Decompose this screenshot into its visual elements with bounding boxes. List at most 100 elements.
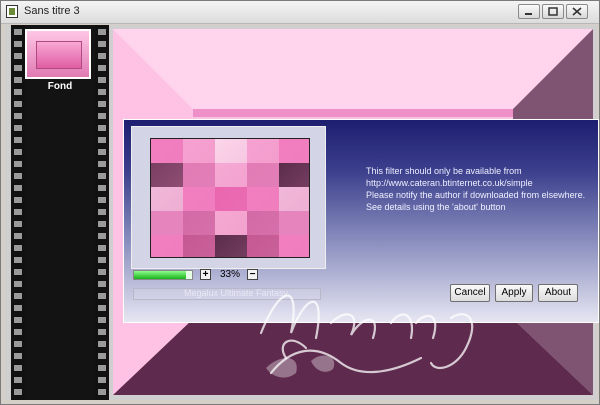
film-perforation — [98, 257, 106, 263]
film-perforation — [14, 161, 22, 167]
preview-tile — [183, 139, 215, 163]
preview-tile — [151, 163, 183, 187]
film-perforation — [98, 329, 106, 335]
preview-tile — [247, 187, 279, 211]
preview-tile — [151, 211, 183, 235]
film-perforation — [14, 221, 22, 227]
film-perforation — [98, 53, 106, 59]
film-perforation — [98, 197, 106, 203]
preview-tile — [279, 211, 309, 235]
preview-tile — [183, 235, 215, 257]
preview-tile — [279, 163, 309, 187]
about-button[interactable]: About — [538, 284, 578, 302]
maximize-button[interactable] — [542, 4, 564, 19]
info-line: http://www.cateran.btinternet.co.uk/simp… — [366, 178, 533, 188]
zoom-in-button[interactable]: + — [200, 269, 211, 280]
film-perforation — [98, 149, 106, 155]
film-perforation — [14, 269, 22, 275]
film-perforation — [14, 125, 22, 131]
thumbnail-preview-image — [36, 41, 82, 69]
layer-filmstrip: Fond — [11, 25, 109, 400]
film-perforation — [98, 125, 106, 131]
film-perforation — [14, 305, 22, 311]
close-icon — [572, 7, 582, 16]
film-perforation — [98, 245, 106, 251]
film-perforation — [14, 281, 22, 287]
progress-bar — [133, 270, 193, 280]
film-perforation — [14, 233, 22, 239]
film-perforation — [14, 377, 22, 383]
film-perforation — [98, 185, 106, 191]
film-perforation — [14, 173, 22, 179]
preview-tile — [247, 211, 279, 235]
preview-tile — [215, 235, 247, 257]
film-perforation — [98, 65, 106, 71]
film-perforation — [98, 365, 106, 371]
film-perforation — [98, 101, 106, 107]
film-perforation — [98, 233, 106, 239]
film-perforation — [98, 281, 106, 287]
film-perforation — [98, 41, 106, 47]
preview-image[interactable] — [150, 138, 310, 258]
preview-tile — [183, 163, 215, 187]
app-window: Sans titre 3 Fond + 33% − Megalux Ultima… — [0, 0, 600, 405]
film-perforation — [14, 113, 22, 119]
film-perforation — [14, 341, 22, 347]
film-perforation — [98, 161, 106, 167]
film-perforation — [98, 209, 106, 215]
film-perforation — [98, 221, 106, 227]
preview-tile — [247, 163, 279, 187]
preview-panel — [131, 126, 326, 269]
maximize-icon — [548, 7, 558, 16]
layer-label: Fond — [47, 81, 73, 92]
progress-fill — [134, 271, 187, 279]
layer-thumbnail-fond[interactable] — [25, 29, 91, 79]
film-perforation — [14, 53, 22, 59]
film-perforation — [14, 353, 22, 359]
preview-tile — [247, 139, 279, 163]
film-perforation — [14, 245, 22, 251]
info-line: See details using the 'about' button — [366, 202, 506, 212]
preview-tile — [215, 211, 247, 235]
film-perforation — [14, 29, 22, 35]
title-bar[interactable]: Sans titre 3 — [1, 1, 599, 24]
film-perforation — [98, 389, 106, 395]
film-perforation — [14, 389, 22, 395]
minimize-icon — [525, 13, 532, 15]
preview-tile — [279, 187, 309, 211]
preview-tile — [215, 163, 247, 187]
preview-tile — [183, 187, 215, 211]
info-line: This filter should only be available fro… — [366, 166, 522, 176]
preview-tile — [151, 187, 183, 211]
minimize-button[interactable] — [518, 4, 540, 19]
zoom-level: 33% — [220, 269, 241, 280]
film-perforation — [14, 317, 22, 323]
film-perforation — [98, 137, 106, 143]
film-perforation — [14, 293, 22, 299]
film-perforation — [14, 197, 22, 203]
film-perforation — [98, 305, 106, 311]
film-perforation — [98, 173, 106, 179]
film-perforation — [14, 209, 22, 215]
preview-tile — [215, 187, 247, 211]
preview-tile — [183, 211, 215, 235]
film-perforation — [98, 293, 106, 299]
film-perforation — [98, 377, 106, 383]
preview-tile — [279, 235, 309, 257]
film-perforation — [14, 65, 22, 71]
film-perforation — [98, 317, 106, 323]
preview-tile — [215, 139, 247, 163]
document-icon — [6, 5, 18, 18]
preview-tile — [151, 235, 183, 257]
film-perforation — [14, 149, 22, 155]
film-perforation — [14, 365, 22, 371]
info-line: Please notify the author if downloaded f… — [366, 190, 586, 200]
window-title: Sans titre 3 — [24, 5, 80, 17]
film-perforation — [14, 137, 22, 143]
close-button[interactable] — [566, 4, 588, 19]
film-perforation — [98, 113, 106, 119]
preview-tile — [247, 235, 279, 257]
film-perforation — [98, 341, 106, 347]
film-perforation — [98, 353, 106, 359]
preview-tile — [151, 139, 183, 163]
